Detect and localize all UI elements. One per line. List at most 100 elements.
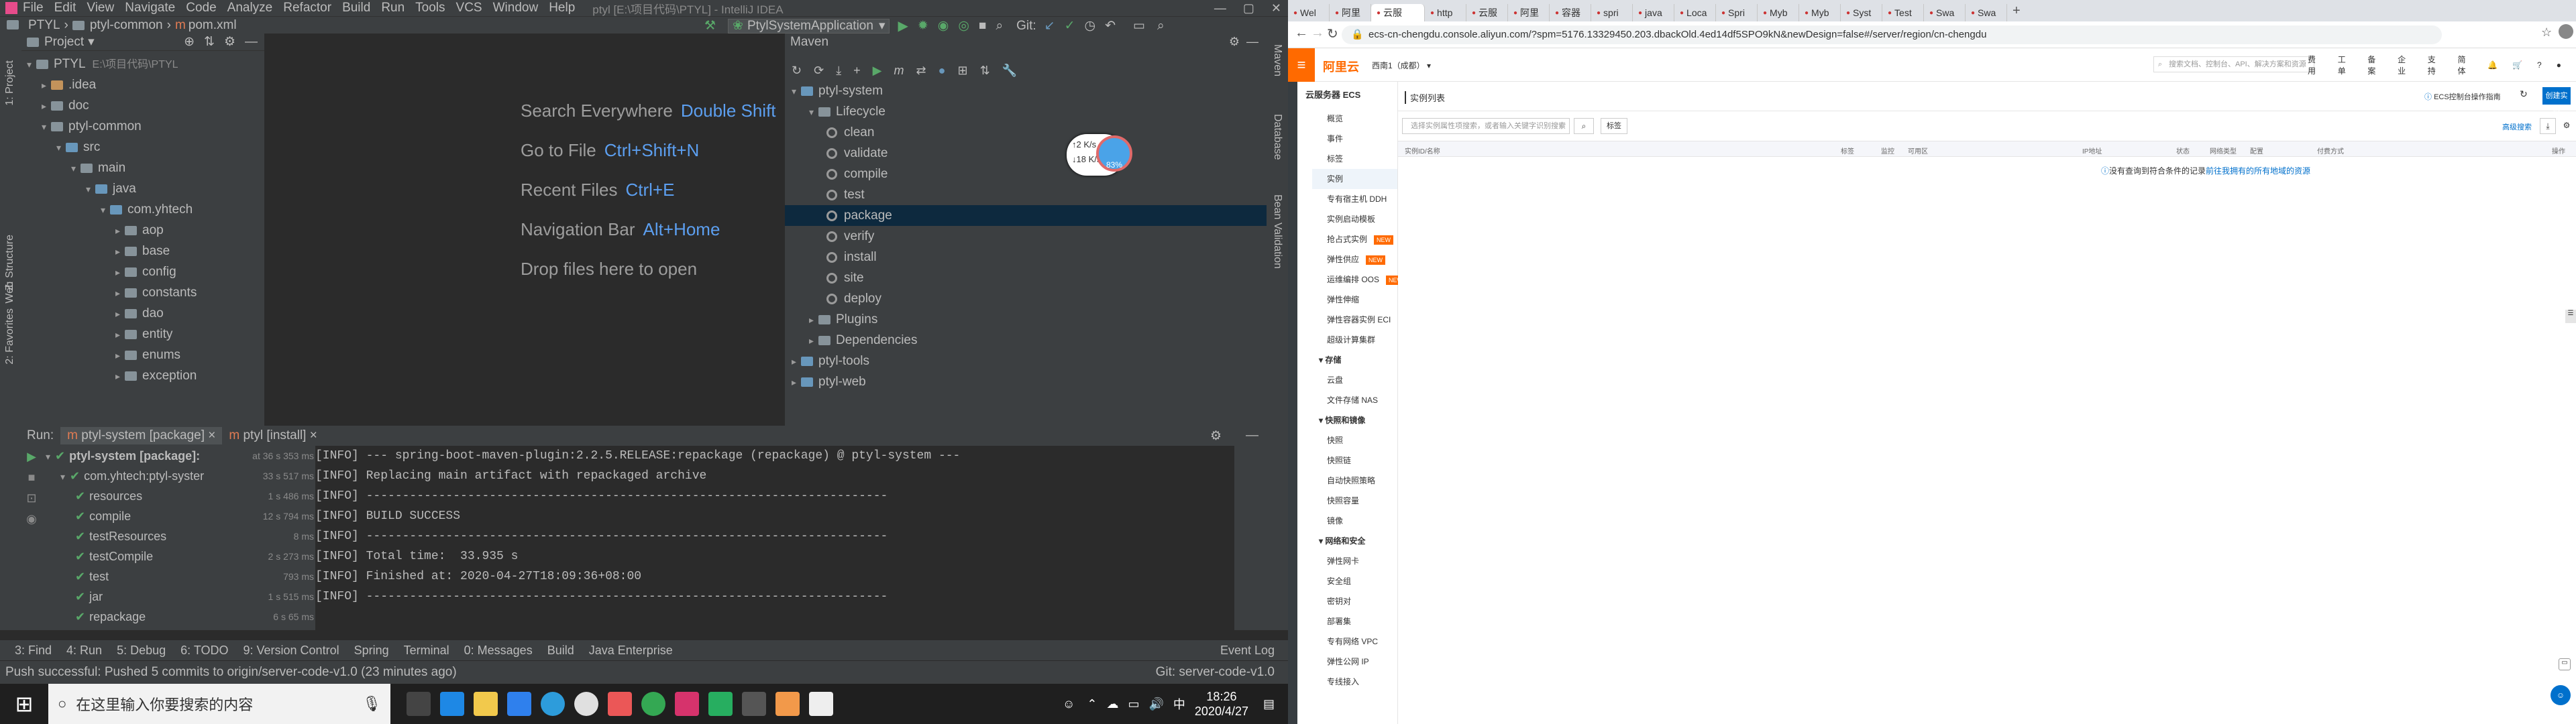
project-tree-item[interactable]: ▸ config [21, 261, 264, 282]
git-commit-icon[interactable]: ✓ [1065, 18, 1075, 34]
browser-tab[interactable]: ● Myb [1758, 4, 1799, 21]
terminal-icon[interactable] [742, 692, 766, 716]
aliyun-nav-item[interactable]: 企业 [2398, 54, 2413, 76]
toggle-offline-icon[interactable]: ⇄ [916, 64, 926, 78]
chevron-right-icon[interactable]: ▸ [115, 304, 125, 324]
instance-filter-input[interactable]: 选择实例属性项搜索，或者输入关键字识别搜索 ⊗ [1402, 118, 1570, 134]
microphone-icon[interactable]: 🎙 [362, 695, 381, 713]
chevron-right-icon[interactable]: ▸ [115, 241, 125, 262]
sidebar-item[interactable]: 专有网络 VPC [1312, 631, 1397, 652]
hide-icon[interactable]: — [245, 35, 258, 50]
chevron-down-icon[interactable]: ▾ [60, 467, 70, 487]
table-column-header[interactable]: IP地址 [2082, 145, 2102, 156]
tag-filter-button[interactable]: 标签 [1601, 118, 1627, 134]
project-tree-item[interactable]: ▸ exception [21, 365, 264, 386]
maven-tree-item[interactable]: ▸ Plugins [785, 309, 1267, 330]
app-red-icon[interactable] [608, 692, 632, 716]
new-tab-icon[interactable]: + [2012, 3, 2021, 19]
bottom-tab[interactable]: 3: Find [15, 644, 52, 658]
chat-icon[interactable]: ▭ [2559, 658, 2571, 670]
table-column-header[interactable]: 配置 [2250, 145, 2263, 156]
sidebar-item[interactable]: 事件 [1312, 129, 1397, 149]
search-button[interactable]: ⌕ [1574, 118, 1594, 134]
project-tree-item[interactable]: ▾ main [21, 158, 264, 178]
sidebar-item[interactable]: 快照容量 [1312, 491, 1397, 511]
git-history-icon[interactable]: ◷ [1085, 18, 1096, 34]
sidebar-item[interactable]: 密钥对 [1312, 591, 1397, 611]
table-column-header[interactable]: 可用区 [1908, 145, 1928, 156]
bottom-tab[interactable]: Java Enterprise [589, 644, 673, 658]
menu-run[interactable]: Run [381, 1, 405, 15]
tray-chevron-icon[interactable]: ⌃ [1087, 697, 1097, 711]
chevron-down-icon[interactable]: ▾ [71, 158, 80, 179]
sidebar-item[interactable]: 抢占式实例 NEW [1312, 229, 1397, 249]
browser-tab[interactable]: ● spri [1591, 4, 1633, 21]
menu-build[interactable]: Build [342, 1, 370, 15]
reload-icon[interactable]: ↻ [792, 64, 802, 78]
breadcrumb-file[interactable]: pom.xml [189, 18, 237, 33]
notepad-icon[interactable] [809, 692, 833, 716]
bean-validation-strip-tab[interactable]: Bean Validation [1271, 194, 1283, 269]
bottom-tab[interactable]: Spring [354, 644, 389, 658]
region-select[interactable]: 西南1（成都） ▾ [1372, 60, 1431, 71]
add-icon[interactable]: + [853, 64, 861, 78]
forward-icon[interactable]: → [1311, 25, 1324, 41]
bell-icon[interactable]: 🔔 [2487, 60, 2498, 70]
search-icon[interactable]: ⌕ [996, 19, 1003, 34]
create-instance-button[interactable]: 创建实例 [2542, 87, 2571, 117]
maven-tree-item[interactable]: compile [785, 164, 1267, 184]
maven-tree-item[interactable]: test [785, 184, 1267, 205]
minimize-icon[interactable]: — [1214, 1, 1226, 15]
sidebar-item[interactable]: 概览 [1312, 109, 1397, 129]
menu-tools[interactable]: Tools [415, 1, 445, 15]
browser-tab[interactable]: ● 云服 [1466, 4, 1508, 21]
clear-icon[interactable]: ⊗ [1559, 119, 1565, 133]
bottom-tab[interactable]: 5: Debug [117, 644, 166, 658]
maven-tree-item[interactable]: site [785, 267, 1267, 288]
sidebar-item[interactable]: 快照 [1312, 430, 1397, 450]
people-icon[interactable]: ☺ [1063, 697, 1075, 711]
project-tree-item[interactable]: ▸ .idea [21, 74, 264, 95]
browser-tab[interactable]: ● Wel [1288, 4, 1330, 21]
hide-icon[interactable]: — [1246, 35, 1258, 49]
project-tree-item[interactable]: ▸ aop [21, 220, 264, 241]
pin-icon[interactable]: ⊡ [21, 491, 42, 505]
bottom-tab[interactable]: 4: Run [66, 644, 102, 658]
stop-icon[interactable]: ■ [21, 471, 42, 485]
browser-tab[interactable]: ● http [1425, 4, 1466, 21]
browser-tab[interactable]: ● 容器 [1550, 4, 1591, 21]
project-tree-item[interactable]: ▸ base [21, 241, 264, 261]
browser-tab[interactable]: ● Spri [1716, 4, 1758, 21]
coverage-icon[interactable]: ◉ [938, 18, 949, 34]
bottom-tab[interactable]: 6: TODO [180, 644, 228, 658]
aliyun-nav-item[interactable]: 费用 [2308, 54, 2323, 76]
task-view-icon[interactable] [407, 692, 431, 716]
chevron-right-icon[interactable]: ▸ [42, 96, 51, 117]
chevron-right-icon[interactable]: ▸ [115, 262, 125, 283]
volume-icon[interactable]: 🔊 [1148, 697, 1163, 711]
git-revert-icon[interactable]: ↶ [1105, 18, 1116, 34]
collapse-all-icon[interactable]: ⇅ [980, 64, 990, 78]
ime-indicator[interactable]: 中 [1173, 695, 1185, 713]
download-icon[interactable]: ⤓ [836, 64, 841, 78]
sidebar-item[interactable]: 实例启动模板 [1312, 209, 1397, 229]
cloud-icon[interactable]: ☁ [1106, 697, 1118, 711]
notification-icon[interactable]: ▤ [1263, 697, 1275, 711]
bottom-tab[interactable]: 0: Messages [464, 644, 533, 658]
browser-tab[interactable]: ● 云服 [1371, 4, 1425, 21]
clock[interactable]: 18:26 2020/4/27 [1195, 689, 1248, 719]
chevron-down-icon[interactable]: ▾ [56, 137, 66, 158]
app-circle-icon[interactable] [574, 692, 598, 716]
chevron-right-icon[interactable]: ▸ [115, 221, 125, 241]
maximize-icon[interactable]: ▢ [1243, 1, 1254, 15]
aliyun-nav-item[interactable]: 支持 [2428, 54, 2443, 76]
run-tree-item[interactable]: ✔ compile 12 s 794 ms [46, 506, 314, 526]
chevron-right-icon[interactable]: ▸ [115, 283, 125, 304]
sidebar-item[interactable]: 专线接入 [1312, 672, 1397, 692]
feedback-tab[interactable]: ☰ [2565, 310, 2576, 323]
collapse-icon[interactable]: ⇅ [204, 34, 215, 50]
wechat-icon[interactable] [708, 692, 733, 716]
database-strip-tab[interactable]: Database [1271, 114, 1283, 160]
maven-tree-item[interactable]: install [785, 247, 1267, 267]
sidebar-item[interactable]: 超级计算集群 [1312, 330, 1397, 350]
